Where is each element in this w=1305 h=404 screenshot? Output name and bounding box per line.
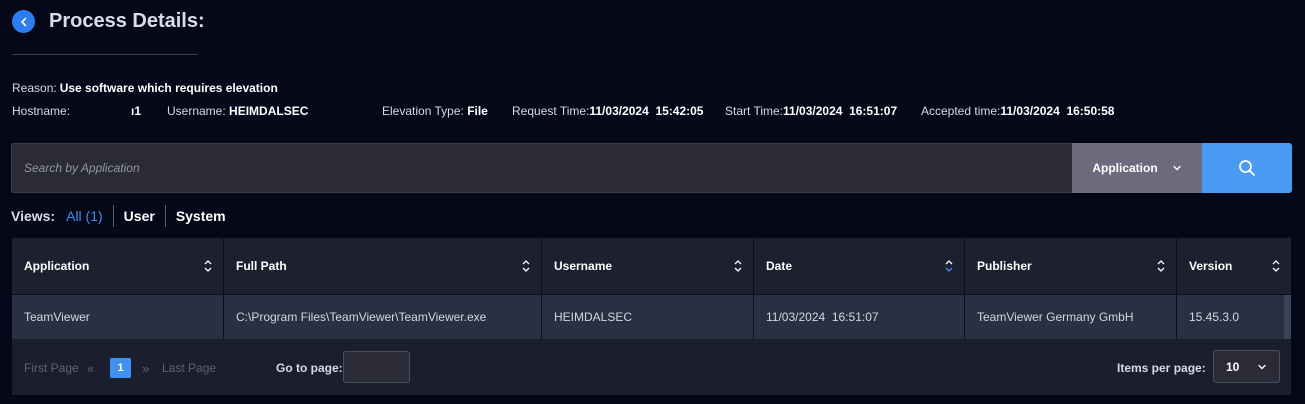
sort-icon[interactable]	[1156, 259, 1166, 273]
search-scope-value: Application	[1092, 161, 1158, 175]
cell-publisher: TeamViewer Germany GmbH	[965, 295, 1177, 339]
column-header-username[interactable]: Username	[542, 238, 754, 294]
reason-line: Reason: Use software which requires eleva…	[12, 81, 278, 95]
current-page-button[interactable]: 1	[110, 358, 131, 378]
search-scope-dropdown[interactable]: Application	[1072, 143, 1202, 193]
view-all-tab[interactable]: All (1)	[66, 208, 113, 224]
accepted-time-value: 11/03/2024 16:50:58	[1000, 104, 1115, 118]
request-time-value: 11/03/2024 15:42:05	[589, 104, 704, 118]
search-button[interactable]	[1202, 143, 1292, 193]
sort-desc-icon[interactable]	[944, 259, 954, 273]
cell-username: HEIMDALSEC	[542, 295, 754, 339]
first-page-link[interactable]: First Page	[24, 361, 79, 375]
views-filter: Views: All (1) User System	[11, 205, 236, 227]
elevation-type-value: File	[467, 104, 488, 118]
username-label: Username:	[167, 104, 226, 118]
chevron-down-icon	[1258, 364, 1267, 369]
double-chevron-right-icon[interactable]: »	[142, 361, 149, 376]
column-header-publisher[interactable]: Publisher	[965, 238, 1177, 294]
sort-icon[interactable]	[203, 259, 213, 273]
sort-icon[interactable]	[1271, 259, 1281, 273]
request-time-field: Request Time:11/03/2024 15:42:05	[512, 104, 703, 118]
elevation-type-label: Elevation Type:	[382, 104, 464, 118]
views-label: Views:	[11, 208, 56, 224]
view-user-tab[interactable]: User	[114, 208, 165, 224]
hostname-value: ı1	[131, 104, 142, 118]
accepted-time-label: Accepted time:	[921, 104, 1001, 118]
column-header-label: Version	[1189, 259, 1233, 273]
pagination-bar: First Page « 1 » Last Page Go to page: I…	[12, 339, 1291, 395]
reason-label: Reason:	[12, 81, 57, 95]
goto-page-label: Go to page:	[276, 361, 343, 375]
table-scrollbar[interactable]	[1284, 295, 1291, 339]
cell-application: TeamViewer	[12, 295, 224, 339]
column-header-label: Publisher	[977, 259, 1032, 273]
hostname-field: Hostname:	[12, 104, 70, 118]
column-header-label: Username	[554, 259, 613, 273]
table-header-row: Application Full Path Username Date Publ…	[12, 238, 1291, 294]
elevation-type-field: Elevation Type: File	[382, 104, 488, 118]
username-value: HEIMDALSEC	[229, 104, 309, 118]
goto-page-input[interactable]	[343, 351, 410, 383]
chevron-left-icon	[20, 17, 26, 26]
sort-icon[interactable]	[733, 259, 743, 273]
chevron-down-icon	[1172, 165, 1181, 171]
table-row[interactable]: TeamViewer C:\Program Files\TeamViewer\T…	[12, 294, 1291, 339]
hostname-label: Hostname:	[12, 104, 71, 118]
reason-value: Use software which requires elevation	[59, 81, 278, 95]
column-header-application[interactable]: Application	[12, 238, 224, 294]
items-per-page-label: Items per page:	[1117, 361, 1206, 375]
search-bar: Application	[11, 143, 1292, 193]
items-per-page-dropdown[interactable]: 10	[1213, 350, 1280, 383]
column-header-label: Date	[766, 259, 793, 273]
page-header: Process Details:	[12, 10, 205, 33]
column-header-version[interactable]: Version	[1177, 238, 1291, 294]
start-time-label: Start Time:	[725, 104, 784, 118]
back-button[interactable]	[12, 10, 35, 33]
start-time-value: 11/03/2024 16:51:07	[783, 104, 898, 118]
items-per-page-value: 10	[1226, 359, 1240, 374]
column-header-full-path[interactable]: Full Path	[224, 238, 542, 294]
accepted-time-field: Accepted time:11/03/2024 16:50:58	[921, 104, 1114, 118]
cell-date: 11/03/2024 16:51:07	[754, 295, 965, 339]
search-input[interactable]	[11, 143, 1072, 193]
process-table: Application Full Path Username Date Publ…	[12, 238, 1291, 339]
start-time-field: Start Time:11/03/2024 16:51:07	[725, 104, 897, 118]
title-divider	[12, 54, 198, 55]
cell-full-path: C:\Program Files\TeamViewer\TeamViewer.e…	[224, 295, 542, 339]
column-header-date[interactable]: Date	[754, 238, 965, 294]
sort-icon[interactable]	[521, 259, 531, 273]
hostname-value-wrap: ı1	[131, 104, 141, 118]
username-field: Username: HEIMDALSEC	[167, 104, 308, 118]
last-page-link[interactable]: Last Page	[162, 361, 216, 375]
double-chevron-left-icon[interactable]: «	[87, 361, 94, 376]
request-time-label: Request Time:	[512, 104, 590, 118]
column-header-label: Application	[24, 259, 90, 273]
page-title: Process Details:	[49, 10, 205, 32]
view-system-tab[interactable]: System	[166, 208, 236, 224]
search-icon	[1239, 160, 1255, 176]
cell-version: 15.45.3.0	[1189, 310, 1240, 324]
column-header-label: Full Path	[236, 259, 287, 273]
